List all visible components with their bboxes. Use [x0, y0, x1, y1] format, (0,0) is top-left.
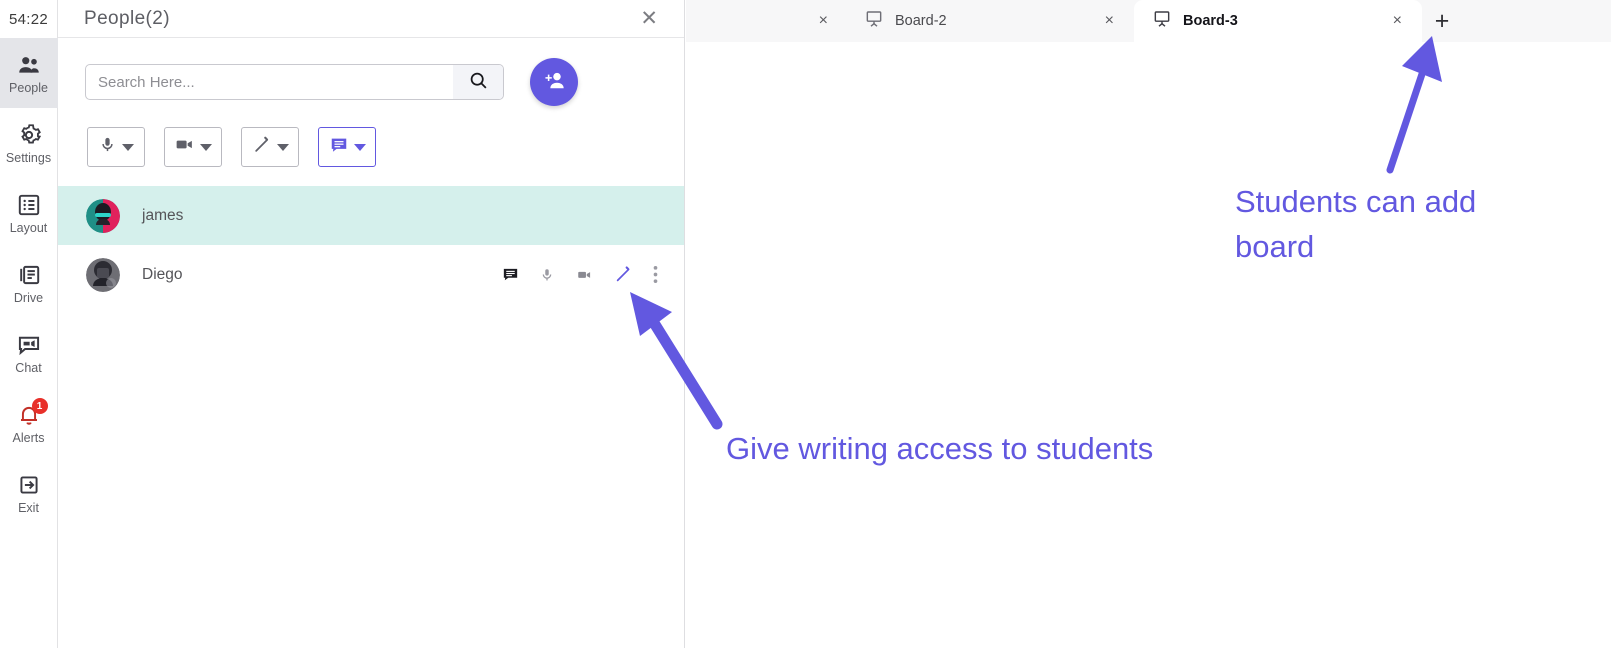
chat-dropdown-button[interactable]: [318, 127, 376, 167]
add-board-button[interactable]: +: [1422, 0, 1462, 42]
chevron-down-icon: [122, 143, 134, 151]
sidebar-item-chat[interactable]: Chat: [0, 318, 58, 388]
microphone-dropdown-button[interactable]: [87, 127, 145, 167]
person-row-actions: [502, 265, 658, 284]
tab-board-3[interactable]: Board-3 ×: [1134, 0, 1422, 42]
gear-icon: [16, 122, 42, 148]
annotation-writing-access: Give writing access to students: [726, 431, 1154, 466]
alerts-badge: 1: [31, 398, 48, 414]
tab-label: Board-3: [1183, 13, 1238, 29]
sidebar-item-exit[interactable]: Exit: [0, 458, 58, 528]
annotation-add-board: Students can add board: [1235, 184, 1477, 264]
sidebar-label-alerts: Alerts: [12, 430, 45, 445]
person-name: james: [142, 206, 184, 224]
tab-close-icon[interactable]: ×: [1391, 13, 1404, 29]
media-tool-row: [58, 106, 684, 167]
tab-close-icon[interactable]: ×: [1103, 13, 1116, 29]
video-camera-icon[interactable]: [575, 267, 594, 283]
chevron-down-icon: [200, 143, 212, 151]
list-item[interactable]: Diego: [58, 245, 684, 304]
people-list: james Diego: [58, 186, 684, 304]
sidebar-label-settings: Settings: [5, 150, 52, 165]
close-icon[interactable]: ✕: [636, 6, 662, 31]
people-panel: People(2) ✕ Search Here... james Diego: [58, 0, 685, 648]
sidebar-label-people: People: [9, 80, 48, 95]
microphone-icon: [98, 135, 117, 159]
tab-label: Board-2: [895, 13, 947, 29]
board-tab-bar: × Board-2 × Board-3 × +: [686, 0, 1611, 42]
tab-board-2[interactable]: Board-2 ×: [846, 0, 1134, 42]
chat-bubble-icon: [329, 135, 349, 160]
page-title: People(2): [84, 7, 170, 29]
whiteboard-canvas[interactable]: [686, 42, 1611, 648]
search-button[interactable]: [453, 65, 503, 99]
more-options-icon[interactable]: [653, 265, 658, 284]
people-icon: [16, 52, 42, 78]
left-sidebar: 54:22 People Settings Layout Drive Chat …: [0, 0, 58, 648]
sidebar-item-settings[interactable]: Settings: [0, 108, 58, 178]
chat-icon[interactable]: [502, 266, 519, 283]
sidebar-item-alerts[interactable]: 1 Alerts: [0, 388, 58, 458]
microphone-icon[interactable]: [539, 266, 555, 284]
sidebar-label-chat: Chat: [15, 360, 42, 375]
chevron-down-icon: [353, 143, 366, 151]
pencil-icon[interactable]: [614, 265, 633, 284]
search-icon: [468, 70, 489, 94]
pencil-icon: [252, 135, 272, 160]
avatar: [86, 257, 120, 292]
sidebar-label-drive: Drive: [13, 290, 44, 305]
avatar: [86, 198, 120, 233]
add-person-icon: [542, 68, 567, 96]
exit-icon: [16, 472, 42, 498]
sidebar-label-exit: Exit: [18, 500, 39, 515]
search-input[interactable]: [86, 65, 453, 99]
people-panel-header: People(2) ✕: [58, 0, 684, 38]
board-icon: [864, 9, 884, 34]
person-name: Diego: [142, 265, 183, 283]
tab-close-icon[interactable]: ×: [817, 13, 830, 29]
pencil-dropdown-button[interactable]: [241, 127, 299, 167]
list-item[interactable]: james: [58, 186, 684, 245]
drive-icon: [16, 262, 42, 288]
sidebar-label-layout: Layout: [9, 220, 48, 235]
tab-board-truncated[interactable]: ×: [686, 0, 846, 42]
plus-icon: +: [1434, 6, 1450, 35]
video-dropdown-button[interactable]: [164, 127, 222, 167]
sidebar-item-drive[interactable]: Drive: [0, 248, 58, 318]
video-camera-icon: [174, 134, 195, 160]
search-row: [58, 38, 684, 106]
chat-icon: [16, 332, 42, 358]
chevron-down-icon: [276, 143, 289, 151]
session-timer: 54:22: [8, 10, 49, 28]
board-icon: [1152, 9, 1172, 34]
sidebar-item-layout[interactable]: Layout: [0, 178, 58, 248]
layout-icon: [16, 192, 42, 218]
search-box: [85, 64, 504, 100]
sidebar-item-people[interactable]: People: [0, 38, 58, 108]
add-person-button[interactable]: [530, 58, 578, 106]
